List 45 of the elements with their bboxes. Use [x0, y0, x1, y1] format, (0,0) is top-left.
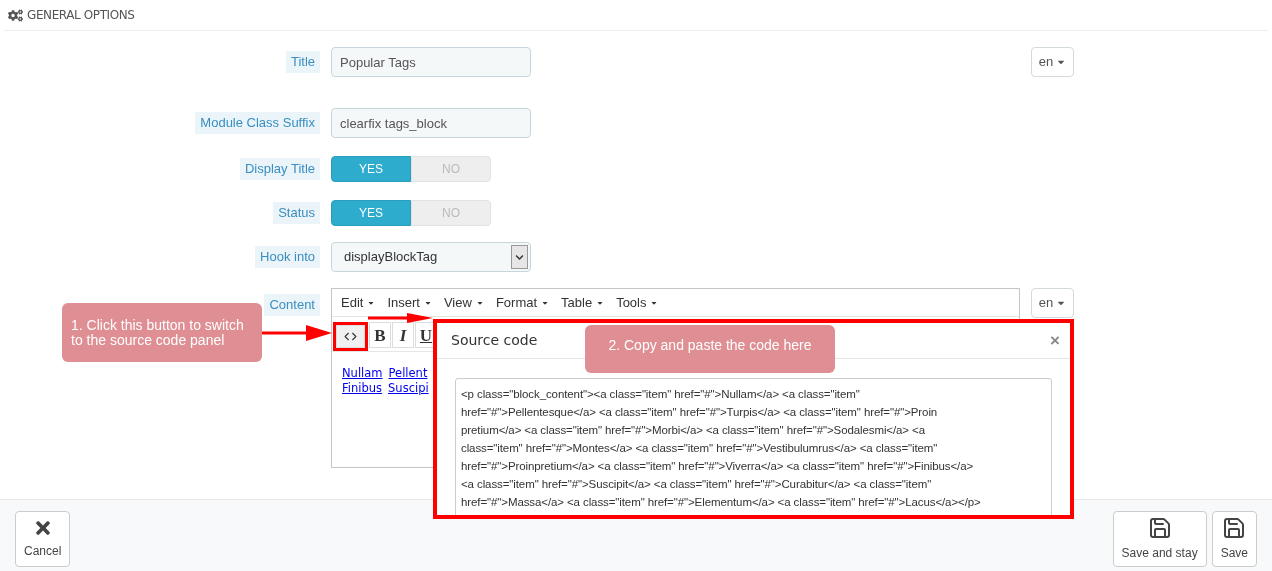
editor-link[interactable]: Pellent: [388, 366, 428, 381]
arrow: [368, 313, 433, 323]
field-label: Title: [285, 51, 320, 73]
callout-note: 2. Copy and paste the code here: [585, 325, 835, 373]
text-field[interactable]: Popular Tags: [331, 47, 531, 77]
save-button[interactable]: Save: [1211, 511, 1257, 567]
callout-note: 1. Click this button to switch to the source code panel: [62, 303, 262, 362]
field-label: Display Title: [239, 158, 320, 180]
editor-menu[interactable]: Tools: [610, 292, 665, 313]
section-title: GENERAL OPTIONS: [27, 7, 135, 24]
language-dropdown[interactable]: en: [1031, 288, 1074, 318]
editor-menu[interactable]: Table: [555, 292, 611, 313]
format-button[interactable]: I: [392, 322, 414, 348]
format-button[interactable]: B: [369, 322, 391, 348]
editor-menu[interactable]: Format: [489, 292, 556, 313]
editor-menu[interactable]: View: [437, 292, 490, 313]
code-line: href="#">Proinpretium</a> <a class="item" href="#">Viverra</a> <a class="item" href="#">Finibus</a>: [461, 459, 975, 474]
hook-select[interactable]: displayBlockTag: [331, 242, 531, 272]
code-icon: [344, 330, 357, 343]
field-label: Status: [273, 202, 320, 224]
save-icon: [1147, 516, 1172, 540]
save-button[interactable]: Save and stay: [1112, 511, 1207, 567]
close-button[interactable]: ×: [1050, 327, 1060, 354]
arrow: [262, 325, 332, 341]
editor-link[interactable]: Suscipi: [388, 381, 429, 396]
editor-menu[interactable]: Edit: [335, 292, 382, 313]
field-label: Module Class Suffix: [195, 112, 320, 134]
cancel-button[interactable]: Cancel: [15, 511, 71, 567]
field-label: Hook into: [255, 246, 320, 268]
text-field[interactable]: clearfix tags_block: [331, 108, 531, 138]
editor-link[interactable]: Nullam: [342, 366, 383, 381]
code-line: href="#">Massa</a> <a class="item" href="#">Elementum</a> <a class="item" href="#">Lacus</a></p>: [461, 495, 982, 510]
dialog-title: Source code: [451, 331, 538, 350]
field-label: Content: [264, 294, 320, 316]
code-line: href="#">Pellentesque</a> <a class="item" href="#">Turpis</a> <a class="item" href="#">Proin: [461, 405, 939, 420]
code-line: <a class="item" href="#">Suscipit</a> <a class="item" href="#">Curabitur</a> <a class="item": [461, 477, 933, 492]
language-dropdown[interactable]: en: [1031, 47, 1074, 77]
code-line: class="item" href="#">Montes</a> <a class="item" href="#">Vestibulumrus</a> <a class="item": [461, 441, 939, 456]
editor-link[interactable]: Finibus: [342, 381, 383, 396]
code-line: pretium</a> <a class="item" href="#">Morbi</a> <a class="item" href="#">Sodalesmi</a> <a: [461, 423, 926, 438]
gears-icon: [8, 7, 23, 23]
select-value: displayBlockTag: [344, 248, 438, 267]
code-line: <p class="block_content"><a class="item" href="#">Nullam</a> <a class="item": [461, 387, 861, 402]
save-icon: [1222, 516, 1247, 540]
editor-menu[interactable]: Insert: [381, 292, 438, 313]
